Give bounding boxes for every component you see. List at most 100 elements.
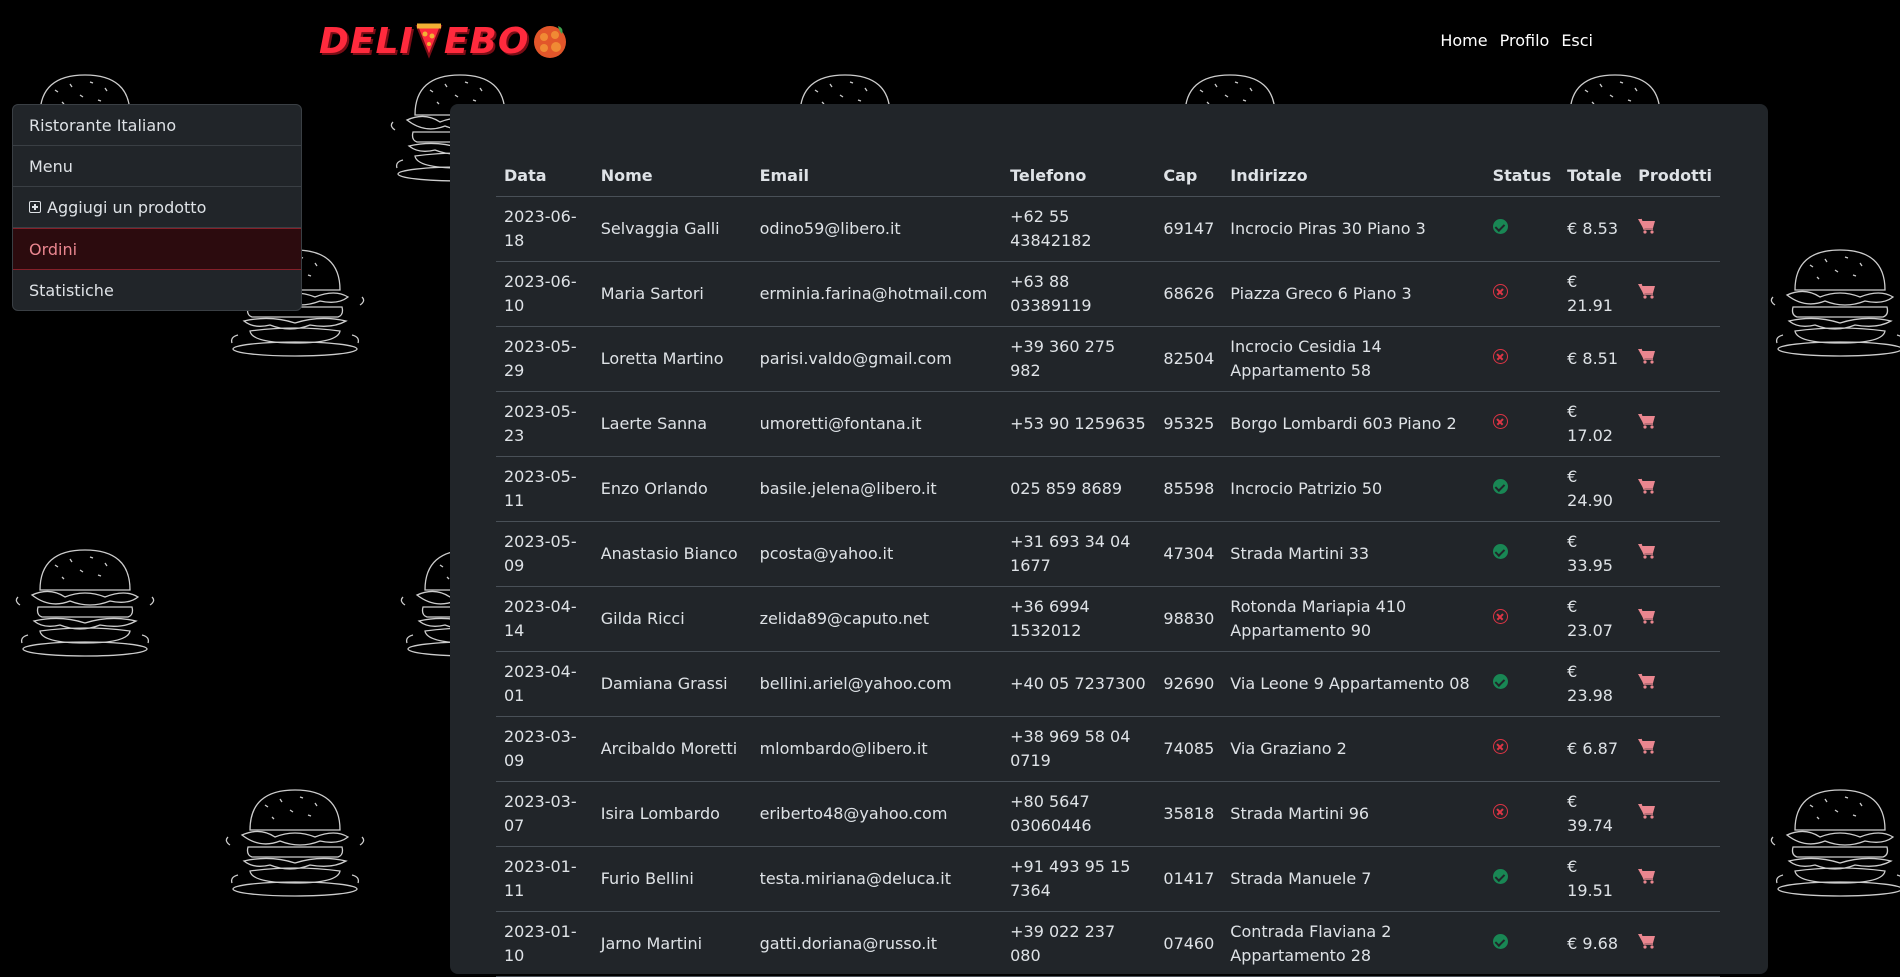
table-row: 2023-05-09 Anastasio Bianco pcosta@yahoo.i… bbox=[496, 521, 1720, 587]
sidebar-item-label: Ordini bbox=[29, 239, 78, 259]
cell-status bbox=[1484, 261, 1560, 327]
pizza-slice-icon bbox=[415, 23, 443, 59]
cell-date: 2023-01-11 bbox=[496, 846, 593, 912]
cell-phone: +80 5647 03060446 bbox=[1002, 781, 1156, 847]
nav-home-link[interactable]: Home bbox=[1440, 31, 1487, 50]
cell-date: 2023-04-01 bbox=[496, 651, 593, 717]
sidebar-item-restaurant[interactable]: Ristorante Italiano bbox=[13, 105, 301, 146]
column-header-address[interactable]: Indirizzo bbox=[1222, 154, 1485, 197]
table-row: 2023-05-29 Loretta Martino parisi.valdo@gm… bbox=[496, 326, 1720, 392]
cart-icon[interactable] bbox=[1638, 868, 1656, 884]
cell-cap: 68626 bbox=[1155, 261, 1223, 327]
cell-cap: 74085 bbox=[1155, 716, 1223, 782]
cell-name: Isira Lombardo bbox=[592, 781, 752, 847]
burger-logo-icon bbox=[534, 26, 567, 58]
cell-date: 2023-05-11 bbox=[496, 456, 593, 522]
table-row: 2023-04-01 Damiana Grassi bellini.ariel@ya… bbox=[496, 651, 1720, 717]
cart-icon[interactable] bbox=[1638, 218, 1656, 234]
cell-status bbox=[1484, 781, 1560, 847]
cell-total: € 9.68 bbox=[1559, 911, 1631, 977]
cell-address: Via Leone 9 Appartamento 08 bbox=[1222, 651, 1485, 717]
x-circle-icon bbox=[1492, 414, 1508, 429]
cell-cap: 07460 bbox=[1155, 911, 1223, 977]
cell-name: Maria Sartori bbox=[592, 261, 752, 327]
orders-table-body: 2023-06-18 Selvaggia Galli odino59@libero.… bbox=[496, 196, 1720, 977]
cell-address: Via Graziano 2 bbox=[1222, 716, 1485, 782]
cell-address: Strada Martini 96 bbox=[1222, 781, 1485, 847]
x-circle-icon bbox=[1492, 349, 1508, 364]
cell-date: 2023-06-18 bbox=[496, 196, 593, 262]
sidebar: Ristorante Italiano Menu Aggiugi un prod… bbox=[12, 104, 302, 311]
cell-products bbox=[1630, 521, 1720, 587]
cell-phone: +40 05 7237300 bbox=[1002, 651, 1156, 717]
cart-icon[interactable] bbox=[1638, 413, 1656, 429]
cell-total: € 24.90 bbox=[1559, 456, 1631, 522]
sidebar-item-menu[interactable]: Menu bbox=[13, 146, 301, 187]
cell-status bbox=[1484, 846, 1560, 912]
column-header-products[interactable]: Prodotti bbox=[1630, 154, 1720, 197]
column-header-phone[interactable]: Telefono bbox=[1002, 154, 1156, 197]
column-header-email[interactable]: Email bbox=[751, 154, 1003, 197]
cell-phone: +39 360 275 982 bbox=[1002, 326, 1156, 392]
cell-products bbox=[1630, 651, 1720, 717]
cell-address: Incrocio Piras 30 Piano 3 bbox=[1222, 196, 1485, 262]
cart-icon[interactable] bbox=[1638, 608, 1656, 624]
table-row: 2023-04-14 Gilda Ricci zelida89@caputo.net… bbox=[496, 586, 1720, 652]
cell-phone: +36 6994 1532012 bbox=[1002, 586, 1156, 652]
check-circle-icon bbox=[1492, 674, 1508, 689]
cart-icon[interactable] bbox=[1638, 543, 1656, 559]
table-header-row: Data Nome Email Telefono Cap Indirizzo S… bbox=[496, 154, 1720, 197]
cell-date: 2023-05-29 bbox=[496, 326, 593, 392]
cell-phone: +38 969 58 04 0719 bbox=[1002, 716, 1156, 782]
table-row: 2023-06-18 Selvaggia Galli odino59@libero.… bbox=[496, 196, 1720, 262]
cell-name: Furio Bellini bbox=[592, 846, 752, 912]
nav-profile-link[interactable]: Profilo bbox=[1500, 31, 1550, 50]
cell-products bbox=[1630, 456, 1720, 522]
nav-logout-link[interactable]: Esci bbox=[1561, 31, 1593, 50]
cell-products bbox=[1630, 391, 1720, 457]
cell-status bbox=[1484, 911, 1560, 977]
cell-status bbox=[1484, 651, 1560, 717]
nav-links: Home Profilo Esci bbox=[1440, 31, 1593, 50]
check-circle-icon bbox=[1492, 479, 1508, 494]
column-header-date[interactable]: Data bbox=[496, 154, 593, 197]
column-header-status[interactable]: Status bbox=[1484, 154, 1560, 197]
column-header-cap[interactable]: Cap bbox=[1155, 154, 1223, 197]
cell-email: mlombardo@libero.it bbox=[751, 716, 1003, 782]
plus-square-icon bbox=[29, 201, 41, 213]
cart-icon[interactable] bbox=[1638, 478, 1656, 494]
sidebar-item-statistics[interactable]: Statistiche bbox=[13, 270, 301, 310]
cart-icon[interactable] bbox=[1638, 738, 1656, 754]
column-header-total[interactable]: Totale bbox=[1559, 154, 1631, 197]
cell-date: 2023-05-09 bbox=[496, 521, 593, 587]
cell-address: Strada Manuele 7 bbox=[1222, 846, 1485, 912]
cell-cap: 47304 bbox=[1155, 521, 1223, 587]
sidebar-item-add-product[interactable]: Aggiugi un prodotto bbox=[13, 187, 301, 228]
cell-total: € 17.02 bbox=[1559, 391, 1631, 457]
cell-products bbox=[1630, 716, 1720, 782]
cell-cap: 85598 bbox=[1155, 456, 1223, 522]
cell-phone: +91 493 95 15 7364 bbox=[1002, 846, 1156, 912]
cell-address: Piazza Greco 6 Piano 3 bbox=[1222, 261, 1485, 327]
burger-illustration-icon bbox=[1765, 775, 1900, 900]
cell-status bbox=[1484, 196, 1560, 262]
cell-date: 2023-05-23 bbox=[496, 391, 593, 457]
cell-products bbox=[1630, 586, 1720, 652]
cell-address: Borgo Lombardi 603 Piano 2 bbox=[1222, 391, 1485, 457]
cell-name: Selvaggia Galli bbox=[592, 196, 752, 262]
cart-icon[interactable] bbox=[1638, 673, 1656, 689]
logo-text-right: EBO bbox=[443, 20, 530, 62]
cell-total: € 33.95 bbox=[1559, 521, 1631, 587]
sidebar-item-orders[interactable]: Ordini bbox=[13, 228, 301, 270]
cart-icon[interactable] bbox=[1638, 283, 1656, 299]
check-circle-icon bbox=[1492, 544, 1508, 559]
cell-cap: 01417 bbox=[1155, 846, 1223, 912]
cart-icon[interactable] bbox=[1638, 933, 1656, 949]
cell-total: € 23.07 bbox=[1559, 586, 1631, 652]
column-header-name[interactable]: Nome bbox=[592, 154, 752, 197]
cell-total: € 8.51 bbox=[1559, 326, 1631, 392]
cart-icon[interactable] bbox=[1638, 348, 1656, 364]
cart-icon[interactable] bbox=[1638, 803, 1656, 819]
cell-email: parisi.valdo@gmail.com bbox=[751, 326, 1003, 392]
logo[interactable]: DELI EBO bbox=[319, 19, 569, 63]
